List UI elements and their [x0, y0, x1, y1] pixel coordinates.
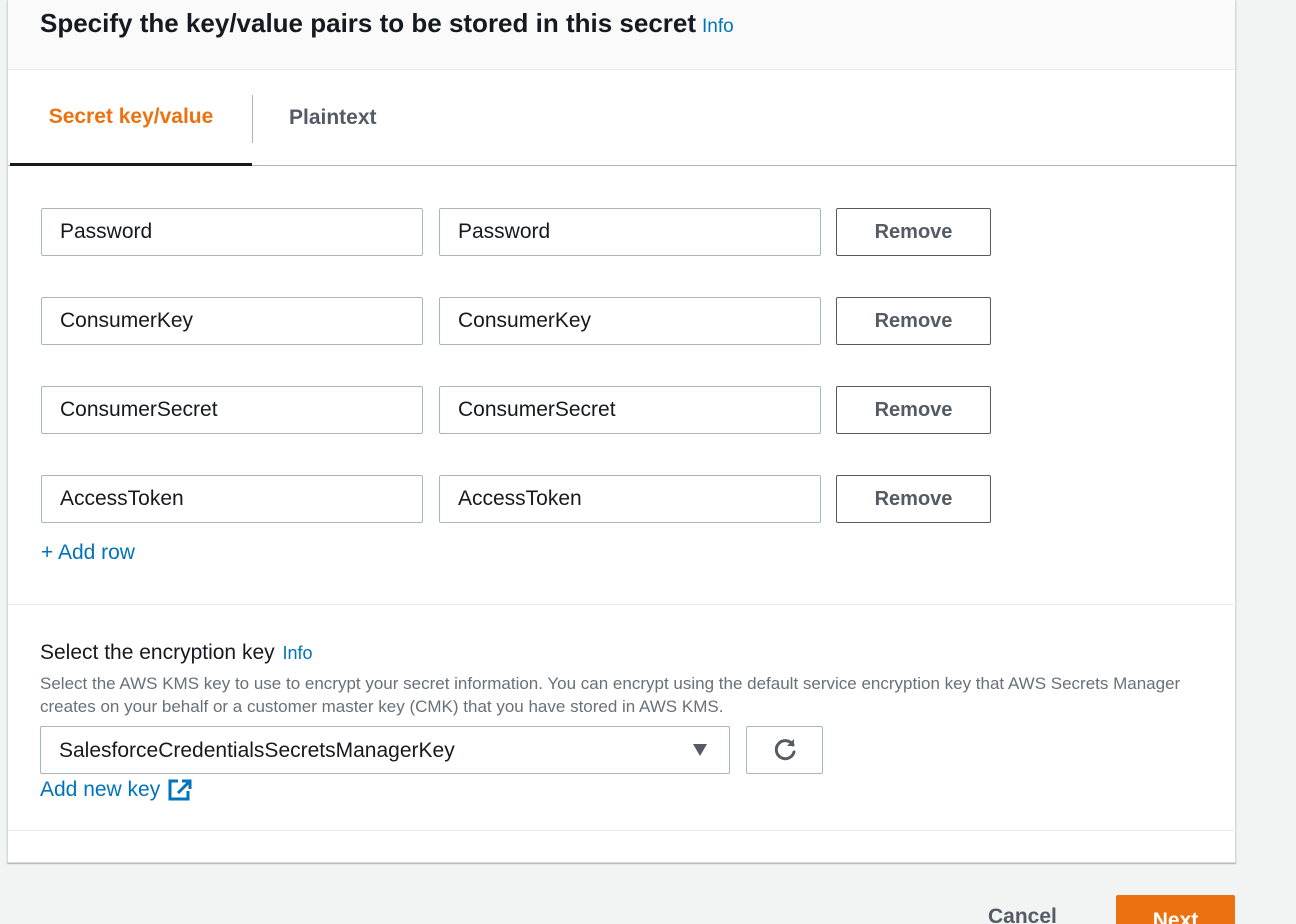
section-divider	[8, 604, 1237, 605]
tab-separator	[252, 95, 253, 143]
key-input[interactable]	[41, 475, 423, 523]
remove-button[interactable]: Remove	[836, 297, 991, 345]
section-divider	[8, 830, 1237, 831]
panel-title: Specify the key/value pairs to be stored…	[40, 8, 697, 38]
value-input[interactable]	[439, 475, 821, 523]
tab-plaintext[interactable]: Plaintext	[289, 70, 377, 166]
key-value-row: Remove	[8, 386, 1237, 434]
encryption-info-link[interactable]: Info	[282, 643, 312, 663]
caret-down-icon	[693, 744, 707, 756]
next-button[interactable]: Next	[1116, 895, 1235, 924]
remove-button[interactable]: Remove	[836, 475, 991, 523]
cancel-button[interactable]: Cancel	[988, 905, 1057, 924]
key-value-row: Remove	[8, 208, 1237, 256]
tab-bar: Secret key/value Plaintext	[8, 70, 1237, 166]
refresh-icon	[774, 739, 795, 761]
external-link-icon	[168, 779, 192, 801]
remove-button[interactable]: Remove	[836, 386, 991, 434]
encryption-key-label-text: Select the encryption key	[40, 641, 275, 664]
key-value-row: Remove	[8, 475, 1237, 523]
key-input[interactable]	[41, 386, 423, 434]
secret-panel: Specify the key/value pairs to be stored…	[7, 0, 1237, 863]
selected-key-value: SalesforceCredentialsSecretsManagerKey	[59, 739, 455, 762]
key-input[interactable]	[41, 297, 423, 345]
info-link[interactable]: Info	[702, 16, 734, 37]
encryption-key-select[interactable]: SalesforceCredentialsSecretsManagerKey	[40, 726, 730, 774]
add-new-key-link[interactable]: Add new key	[40, 778, 192, 802]
value-input[interactable]	[439, 386, 821, 434]
refresh-button[interactable]	[746, 726, 823, 774]
remove-button[interactable]: Remove	[836, 208, 991, 256]
key-value-row: Remove	[8, 297, 1237, 345]
value-input[interactable]	[439, 208, 821, 256]
value-input[interactable]	[439, 297, 821, 345]
key-input[interactable]	[41, 208, 423, 256]
panel-header: Specify the key/value pairs to be stored…	[8, 0, 1235, 70]
add-new-key-label: Add new key	[40, 778, 161, 801]
encryption-description: Select the AWS KMS key to use to encrypt…	[40, 674, 1181, 716]
tab-secret-key-value[interactable]: Secret key/value	[10, 70, 252, 166]
add-row-link[interactable]: + Add row	[41, 541, 135, 565]
encryption-key-label: Select the encryption key Info	[40, 641, 313, 665]
